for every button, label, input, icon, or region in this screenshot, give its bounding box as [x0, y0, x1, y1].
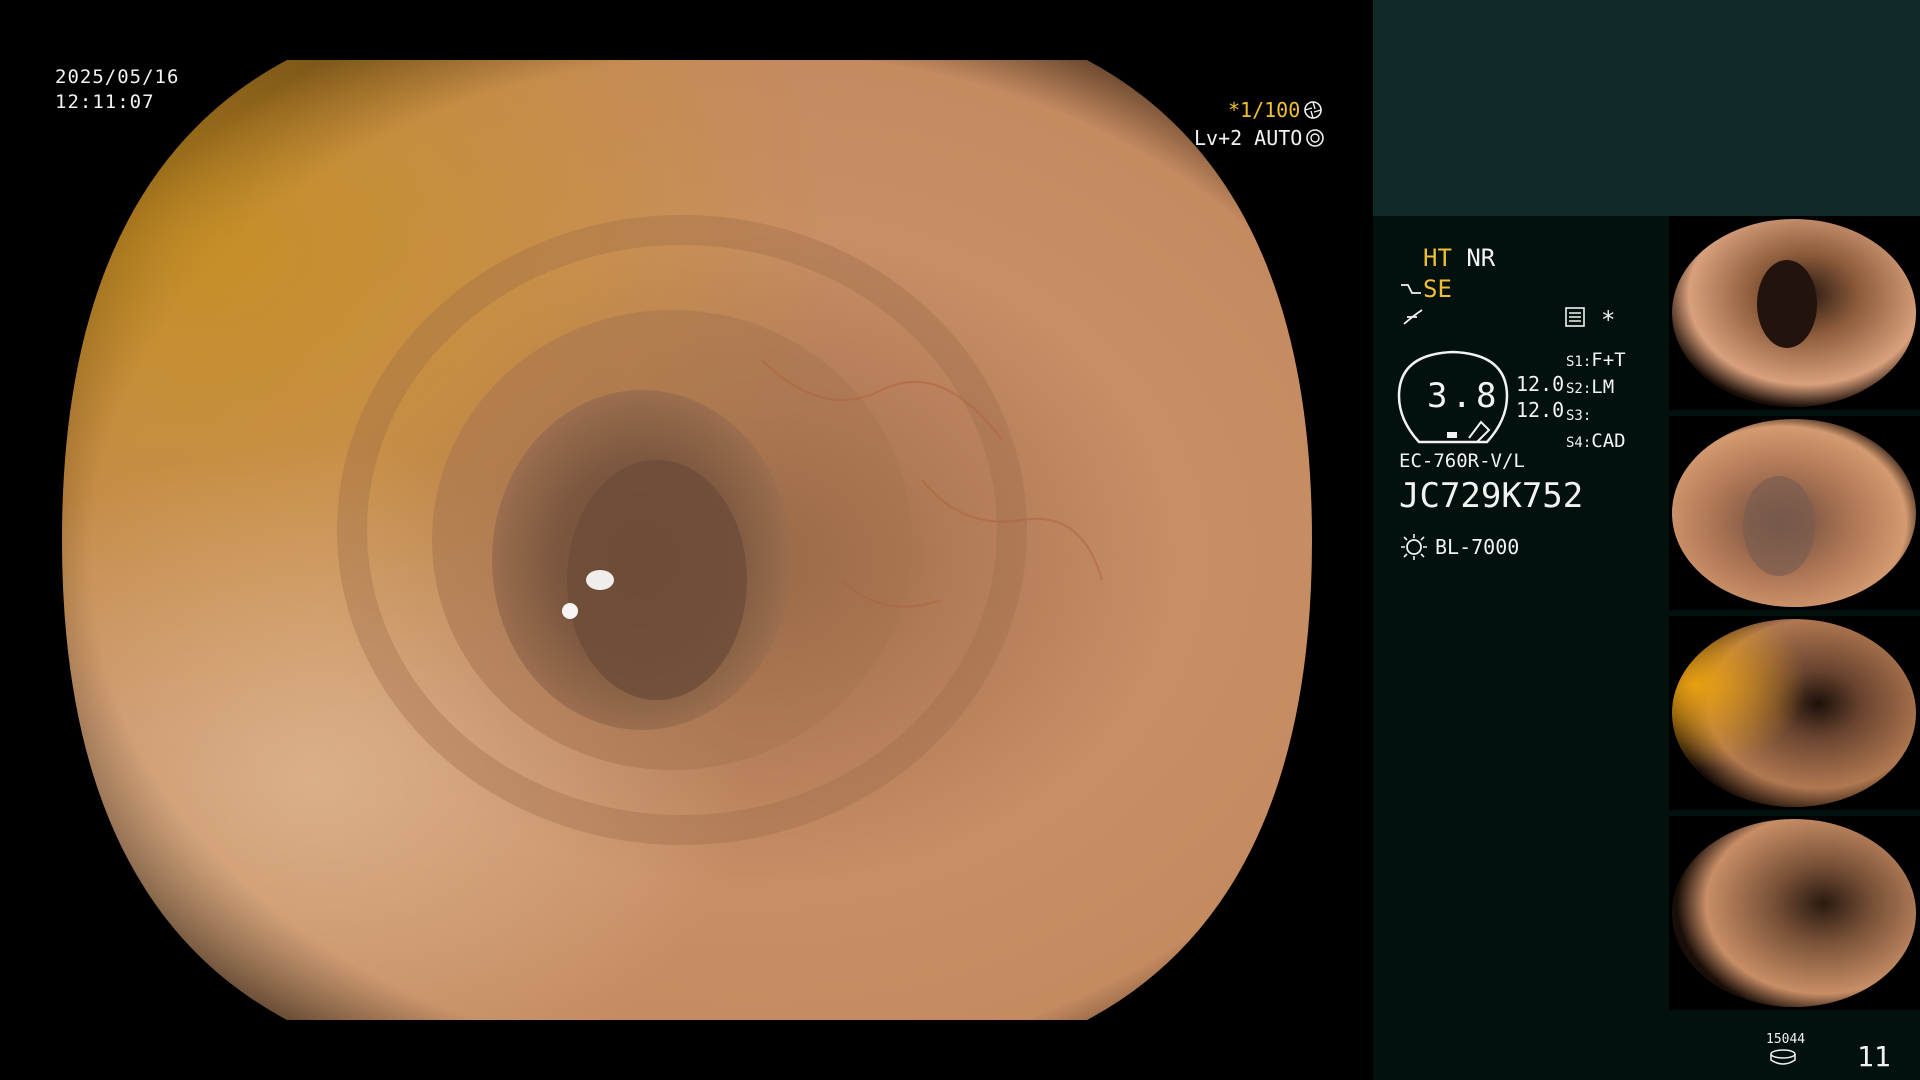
aperture-icon [1304, 101, 1323, 119]
thumbnail-image [1672, 219, 1916, 407]
level-indicator: Lv+2 AUTO [1194, 126, 1325, 150]
endoscopic-image [62, 60, 1312, 1020]
side-panel-header-area [1373, 0, 1920, 216]
switch-row: S2:LM [1566, 376, 1615, 398]
iris-mode-label: AUTO [1254, 126, 1303, 150]
gauge-value: 3.8 [1427, 376, 1501, 416]
switch-list: S1:F+T S2:LM S3: S4:CAD [1566, 348, 1626, 456]
structure-enhance-icon [1401, 284, 1421, 294]
shutter-speed-label: *1/100 [1228, 98, 1301, 122]
light-source-row: BL-7000 [1399, 532, 1519, 562]
color-curve-icon [1403, 309, 1423, 325]
endoscope-main-view: 2025/05/16 12:11:07 *1/100 Lv+2 AUTO [0, 0, 1372, 1080]
thumbnail-image [1672, 419, 1916, 607]
scope-model: EC-760R-V/L [1399, 450, 1525, 472]
thumbnail-image [1672, 819, 1916, 1007]
disk-icon [1770, 1049, 1796, 1065]
capture-thumbnail[interactable] [1669, 816, 1920, 1010]
mode-row-2: SE [1399, 274, 1452, 304]
side-value-1: 12.0 [1516, 372, 1565, 396]
side-panel: HT NR SE * 3.8 12.0 12.0 S1:F+T S2:LM S3… [1373, 0, 1920, 1080]
capture-thumbnail-strip [1669, 216, 1920, 1016]
light-source-label: BL-7000 [1435, 535, 1520, 559]
sun-icon [1401, 534, 1427, 560]
side-value-2: 12.0 [1516, 398, 1565, 422]
thumbnail-image [1672, 619, 1916, 807]
mode-ht-label: HT [1423, 244, 1452, 272]
mode-row-1: HT NR [1423, 243, 1495, 273]
switch-row: S4:CAD [1566, 430, 1626, 452]
shutter-indicator: *1/100 [1228, 98, 1323, 122]
capture-thumbnail[interactable] [1669, 616, 1920, 810]
capture-thumbnail[interactable] [1669, 416, 1920, 610]
capture-thumbnail[interactable] [1669, 216, 1920, 410]
memory-card-icon [1565, 307, 1585, 327]
switch-row: S3: [1566, 408, 1592, 424]
date-label: 2025/05/16 [55, 66, 180, 88]
storage-counter: 15044 [1766, 1032, 1806, 1047]
mode-nr-label: NR [1466, 244, 1496, 272]
time-label: 12:11:07 [55, 91, 155, 113]
mode-se-label: SE [1423, 275, 1452, 303]
image-count: 11 [1857, 1040, 1891, 1073]
iris-icon [1306, 129, 1325, 147]
level-label: Lv+2 [1194, 126, 1243, 150]
patient-id: JC729K752 [1399, 476, 1584, 516]
star-indicator: * [1601, 306, 1616, 334]
switch-row: S1:F+T [1566, 349, 1626, 371]
